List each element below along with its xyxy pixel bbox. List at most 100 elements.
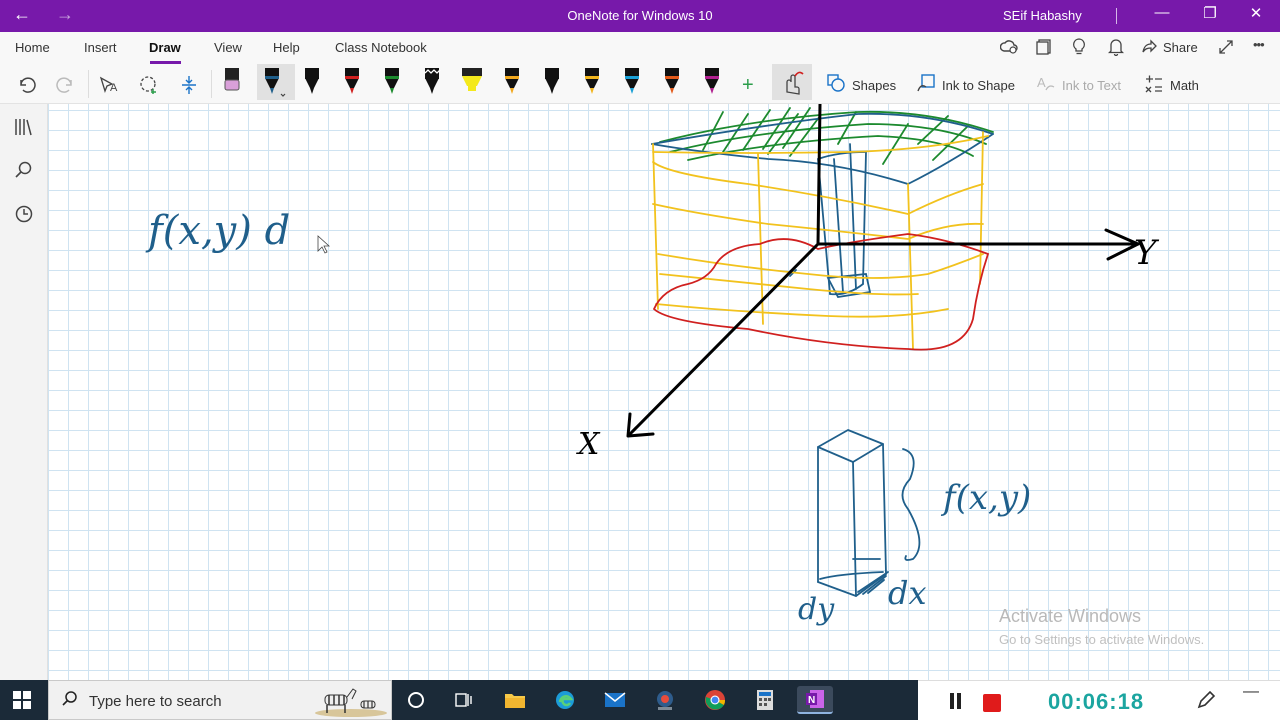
navigation-sidebar xyxy=(0,104,48,680)
ink-to-text-button[interactable]: A Ink to Text xyxy=(1036,70,1121,100)
pen-tool[interactable] xyxy=(497,64,527,100)
column-sketch-blue xyxy=(817,429,921,597)
shapes-button[interactable]: Shapes xyxy=(826,70,896,100)
math-button[interactable]: Math xyxy=(1144,70,1199,100)
lasso-select-icon[interactable] xyxy=(138,70,160,100)
close-button[interactable]: ✕ xyxy=(1236,4,1276,22)
ink-label-fxy-left: f(x,y) d xyxy=(145,208,290,254)
pen-icon xyxy=(505,68,519,94)
mail-icon[interactable] xyxy=(597,686,633,714)
title-separator xyxy=(1116,8,1117,24)
add-pen-button[interactable]: + xyxy=(742,70,754,100)
file-explorer-icon[interactable] xyxy=(497,686,533,714)
search-placeholder: Type here to search xyxy=(89,693,222,710)
webcam-icon[interactable] xyxy=(647,686,683,714)
search-icon xyxy=(61,690,79,713)
tab-home[interactable]: Home xyxy=(15,40,50,55)
share-icon[interactable] xyxy=(1142,39,1158,59)
svg-text:A: A xyxy=(110,82,118,94)
pen-icon xyxy=(625,68,639,94)
pen-tool[interactable] xyxy=(337,64,367,100)
tab-insert[interactable]: Insert xyxy=(84,40,117,55)
windows-start-icon[interactable] xyxy=(12,690,32,715)
ink-label-axis-x: X xyxy=(576,427,601,462)
axes-black xyxy=(626,104,1140,438)
eraser-tool[interactable] xyxy=(217,64,247,100)
calculator-icon[interactable] xyxy=(747,686,783,714)
recording-timer: 00:06:18 xyxy=(1048,689,1145,714)
window-title: OneNote for Windows 10 xyxy=(567,8,713,23)
pen-tool[interactable] xyxy=(617,64,647,100)
lightbulb-icon[interactable] xyxy=(1072,38,1086,60)
pen-icon xyxy=(665,68,679,94)
touch-drawing-toggle[interactable] xyxy=(772,64,812,100)
pen-icon xyxy=(545,68,559,94)
edge-icon[interactable] xyxy=(547,686,583,714)
tab-draw[interactable]: Draw xyxy=(149,40,181,55)
task-view-icon[interactable] xyxy=(445,686,481,714)
page-view-icon[interactable] xyxy=(1036,39,1052,59)
share-button[interactable]: Share xyxy=(1163,40,1198,55)
minimize-button[interactable]: — xyxy=(1142,4,1182,21)
sync-status-icon[interactable] xyxy=(999,39,1018,59)
chrome-icon[interactable] xyxy=(697,686,733,714)
redo-button[interactable] xyxy=(56,70,76,100)
annotate-pen-icon[interactable] xyxy=(1195,689,1217,717)
ink-to-shape-label: Ink to Shape xyxy=(942,77,1015,93)
add-space-icon[interactable] xyxy=(180,70,198,100)
ink-label-dx: dx xyxy=(888,574,927,612)
pen-icon xyxy=(585,68,599,94)
note-canvas[interactable]: f(x,y) d Y X f(x,y) dx dy Activate Windo… xyxy=(48,104,1280,680)
pen-icon xyxy=(424,68,441,94)
active-tab-indicator xyxy=(150,61,181,64)
pause-recording-icon[interactable] xyxy=(948,693,964,709)
ink-to-text-icon: A xyxy=(1036,73,1056,98)
math-icon xyxy=(1144,73,1164,98)
search-icon[interactable] xyxy=(12,160,36,184)
ink-to-shape-button[interactable]: Ink to Shape xyxy=(916,70,1015,100)
tab-class-notebook[interactable]: Class Notebook xyxy=(335,40,427,55)
cortana-icon[interactable] xyxy=(398,686,434,714)
tab-view[interactable]: View xyxy=(214,40,242,55)
pen-icon xyxy=(345,68,359,94)
pen-tool[interactable] xyxy=(257,64,295,100)
restore-button[interactable]: ❐ xyxy=(1190,4,1230,22)
pen-tool[interactable] xyxy=(537,64,567,100)
lasso-select-text-icon[interactable]: A xyxy=(98,70,120,100)
ink-to-text-label: Ink to Text xyxy=(1062,77,1122,93)
more-options-button[interactable]: ••• xyxy=(1253,37,1265,52)
onenote-icon[interactable]: N xyxy=(797,686,833,714)
pen-tool[interactable] xyxy=(697,64,727,100)
screen-recorder-bar: 00:06:18 — xyxy=(918,680,1280,720)
activate-windows-subtitle: Go to Settings to activate Windows. xyxy=(999,632,1205,647)
svg-text:N: N xyxy=(808,695,815,706)
highlighter-tool[interactable] xyxy=(457,64,487,100)
shapes-label: Shapes xyxy=(852,77,897,93)
pen-tool[interactable] xyxy=(577,64,607,100)
pen-tool[interactable] xyxy=(377,64,407,100)
zebra-search-art-icon xyxy=(311,685,389,722)
mouse-cursor-icon xyxy=(317,235,331,254)
pen-icon xyxy=(305,68,319,94)
activate-windows-title: Activate Windows xyxy=(999,606,1142,626)
notifications-bell-icon[interactable] xyxy=(1107,38,1125,60)
ink-label-axis-y: Y xyxy=(1134,233,1160,273)
eraser-icon xyxy=(224,68,240,91)
recorder-minimize-button[interactable]: — xyxy=(1243,683,1259,701)
svg-text:A: A xyxy=(1037,75,1046,90)
user-name[interactable]: SEif Habashy xyxy=(1003,8,1082,23)
tab-help[interactable]: Help xyxy=(273,40,300,55)
taskbar-search-box[interactable]: Type here to search xyxy=(48,680,392,720)
pen-tool[interactable] xyxy=(417,64,447,100)
base-region-red xyxy=(653,233,990,351)
recent-icon[interactable] xyxy=(12,204,36,228)
pen-tool[interactable] xyxy=(297,64,327,100)
math-label: Math xyxy=(1170,77,1199,93)
pen-icon xyxy=(265,68,286,97)
notebooks-icon[interactable] xyxy=(12,116,36,140)
toolbar-separator xyxy=(211,70,212,98)
stop-recording-icon[interactable] xyxy=(983,694,1001,712)
fullscreen-icon[interactable] xyxy=(1218,39,1234,59)
pen-tool[interactable] xyxy=(657,64,687,100)
undo-button[interactable] xyxy=(16,70,36,100)
